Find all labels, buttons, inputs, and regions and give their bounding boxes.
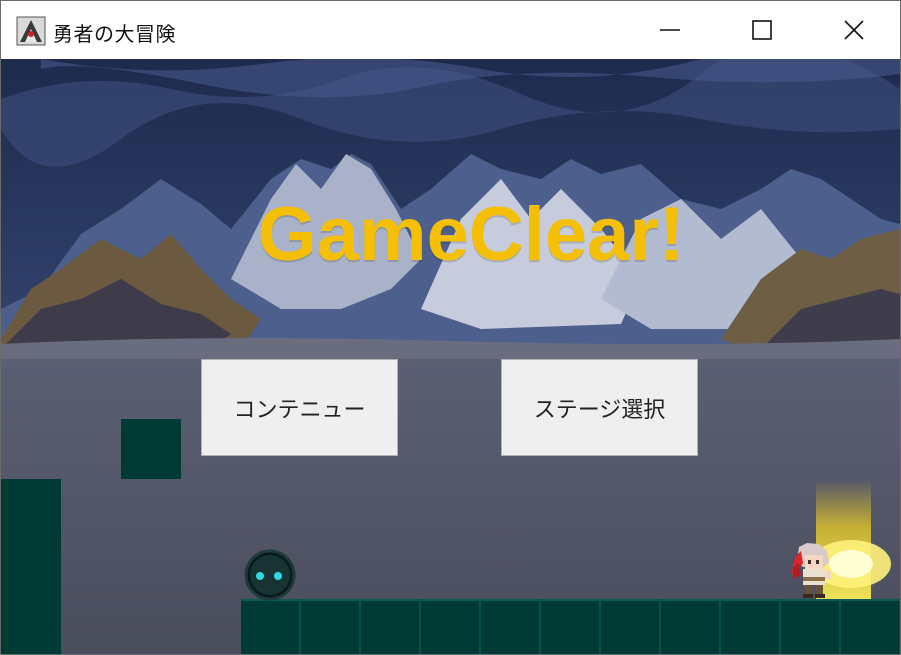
ground-tile — [841, 599, 900, 654]
floating-block — [121, 419, 181, 479]
hero-sprite — [791, 543, 831, 598]
enemy-slime-sprite — [244, 549, 296, 601]
close-icon — [844, 20, 864, 40]
ground-tile — [541, 599, 601, 654]
ground-tile — [421, 599, 481, 654]
maximize-button[interactable] — [716, 1, 808, 59]
ground-tile — [721, 599, 781, 654]
ground-tile — [301, 599, 361, 654]
java-app-icon — [16, 16, 46, 46]
minimize-button[interactable] — [624, 1, 716, 59]
window-title: 勇者の大冒険 — [53, 22, 176, 46]
ground-tile — [601, 599, 661, 654]
ground-tile — [781, 599, 841, 654]
continue-button[interactable]: コンテニュー — [201, 359, 398, 456]
minimize-icon — [660, 29, 680, 31]
ground-tile — [481, 599, 541, 654]
game-clear-headline: GameClear! — [257, 192, 685, 277]
close-button[interactable] — [808, 1, 900, 59]
game-window: 勇者の大冒険 GameClear! コンテニュー ステージ選択 — [0, 0, 901, 655]
ground-tile — [661, 599, 721, 654]
game-scene: GameClear! コンテニュー ステージ選択 — [1, 59, 900, 654]
wall-block — [1, 479, 61, 654]
ground-tile — [241, 599, 301, 654]
stage-select-button[interactable]: ステージ選択 — [501, 359, 698, 456]
title-bar[interactable]: 勇者の大冒険 — [1, 1, 900, 59]
mountain-background — [1, 59, 900, 654]
ground-tile — [361, 599, 421, 654]
maximize-icon — [752, 20, 772, 40]
